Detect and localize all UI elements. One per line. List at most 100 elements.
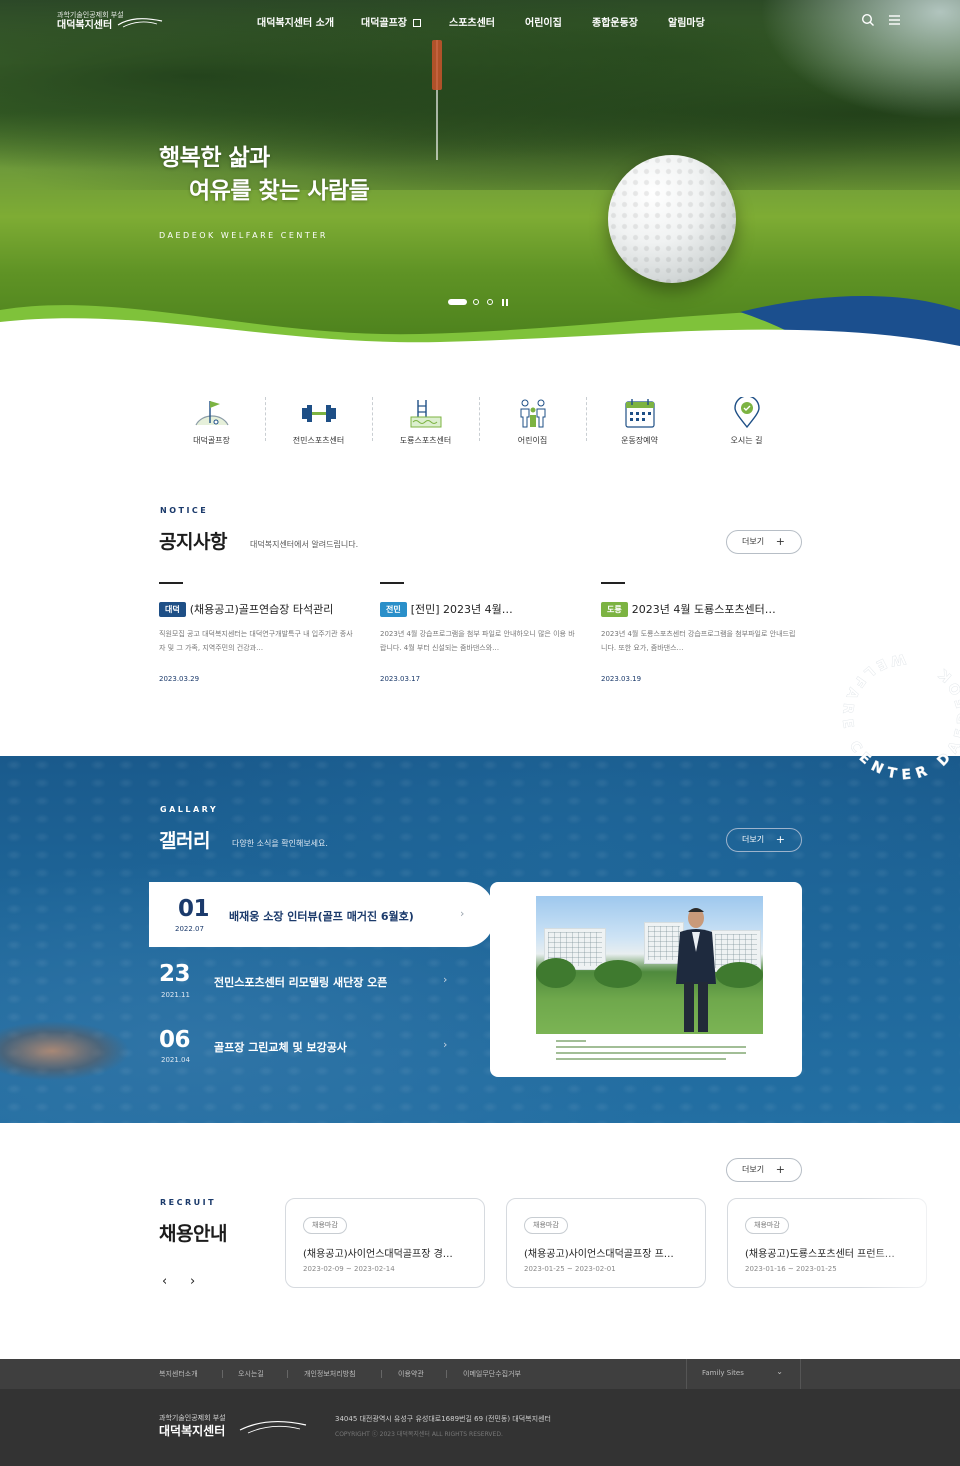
hero-title-line1: 행복한 삶과 [159,145,270,171]
footer-copyright: COPYRIGHT ⓒ 2023 대덕복지센터 ALL RIGHTS RESER… [335,1431,503,1438]
notice-card-title-text: (채용공고)골프연습장 타석관리 [189,603,334,616]
notice-card-title: 도룡 2023년 4월 도룡스포츠센터… [601,601,801,617]
menu-icon[interactable] [888,13,902,27]
hero-banner: 행복한 삶과 여유를 찾는 사람들 DAEDEOK WELFARE CENTER [0,0,960,350]
hero-wave [0,295,960,350]
gallery-item-number: 01 [178,896,210,922]
notice-badge: 도룡 [601,602,628,617]
gallery-item-title: 배재웅 소장 인터뷰(골프 매거진 6월호) [229,910,414,923]
chevron-right-icon: › [443,973,448,986]
text-line [556,1040,586,1042]
notice-badge: 대덕 [159,602,186,617]
gallery-item-number: 06 [159,1027,191,1053]
gallery-item-date: 2021.11 [161,991,190,999]
notice-more-label: 더보기 [742,537,765,546]
nav-item-daycare[interactable]: 어린이집 [525,14,562,29]
notice-card[interactable]: 도룡 2023년 4월 도룡스포츠센터… 2023년 4월 도룡스포츠센터 강습프… [601,582,796,692]
notice-card-title: 대덕 (채용공고)골프연습장 타석관리 [159,601,359,617]
notice-badge: 전민 [380,602,407,617]
nav-item-sports[interactable]: 스포츠센터 [449,14,495,29]
gallery-item-date: 2021.04 [161,1056,190,1064]
text-line [556,1046,746,1048]
recruit-card-period: 2023-01-25 ~ 2023-02-01 [524,1265,616,1273]
tree-shape [716,962,763,988]
recruit-card-period: 2023-02-09 ~ 2023-02-14 [303,1265,395,1273]
notice-card-title-text: [전민] 2023년 4월… [410,603,513,616]
chevron-right-icon[interactable]: › [190,1274,195,1289]
gallery-more-button[interactable]: 더보기 + [726,828,802,852]
divider [381,1370,382,1378]
recruit-more-label: 더보기 [742,1165,765,1174]
notice-card-body: 2023년 4월 강습프로그램을 첨부 파일로 안내하오니 많은 이용 바랍니다… [380,630,575,652]
recruit-more-button[interactable]: 더보기 + [726,1158,802,1182]
notice-card-body: 직원모집 공고 대덕복지센터는 대덕연구개발특구 내 입주기관 종사자 및 그 … [159,630,353,652]
golf-ball-image [608,155,736,283]
footer-link-terms[interactable]: 이용약관 [398,1369,424,1379]
recruit-title: 채용안내 [159,1223,227,1245]
quick-item-doryong[interactable]: 도룡스포츠센터 [372,395,479,455]
notice-more-button[interactable]: 더보기 + [726,530,802,554]
search-icon[interactable] [861,13,875,27]
gallery-more-label: 더보기 [742,835,765,844]
recruit-status-badge: 채용마감 [745,1217,789,1234]
notice-card-title-text: 2023년 4월 도룡스포츠센터… [631,603,776,616]
text-line [556,1052,746,1054]
nav-item-stadium[interactable]: 종합운동장 [592,14,638,29]
ring-text: WELFARE CENTER DAEDEOK [839,650,960,783]
chevron-right-icon: › [460,907,465,920]
quick-item-jeonmin[interactable]: 전민스포츠센터 [265,395,372,455]
gallery-item-number: 23 [159,961,191,987]
chevron-left-icon[interactable]: ‹ [162,1274,167,1289]
quick-item-directions[interactable]: 오시는 길 [693,395,800,455]
notice-card[interactable]: 전민 [전민] 2023년 4월… 2023년 4월 강습프로그램을 첨부 파일로… [380,582,575,692]
tree-shape [536,958,576,988]
family-sites-label: Family Sites [702,1369,744,1377]
plus-icon: + [775,535,785,548]
ring-text-path: WELFARE CENTER DAEDEOK [838,650,960,784]
chevron-right-icon: › [443,1038,448,1051]
quick-item-daycare[interactable]: 어린이집 [479,395,586,455]
notice-card[interactable]: 대덕 (채용공고)골프연습장 타석관리 직원모집 공고 대덕복지센터는 대덕연구개… [159,582,354,692]
footer-link-privacy[interactable]: 개인정보처리방침 [304,1369,356,1379]
gallery-item-date: 2022.07 [175,925,204,933]
hero-flag [432,40,442,90]
recruit-card-title: (채용공고)사이언스대덕골프장 프… [524,1249,674,1260]
footer: 과학기술인공제회 부설 대덕복지센터 34045 대전광역시 유성구 유성대로1… [0,1389,960,1466]
nav-item-notice[interactable]: 알림마당 [668,14,705,29]
tree-shape [594,960,642,988]
notice-desc: 대덕복지센터에서 알려드립니다. [250,540,359,549]
nav-item-golf-label: 대덕골프장 [361,18,407,29]
plus-icon: + [775,833,785,846]
quick-label-doryong: 도룡스포츠센터 [399,436,452,445]
card-bar [601,582,625,584]
nav-item-golf[interactable]: 대덕골프장 [361,14,422,29]
golf-flag-icon [194,401,229,426]
recruit-status-badge: 채용마감 [524,1217,568,1234]
card-bar [159,582,183,584]
footer-link-intro[interactable]: 복지센터소개 [159,1369,198,1379]
recruit-card[interactable]: 채용마감 (채용공고)사이언스대덕골프장 프… 2023-01-25 ~ 202… [506,1198,706,1288]
footer-link-directions[interactable]: 오시는길 [238,1369,264,1379]
recruit-card-title: (채용공고)사이언스대덕골프장 경… [303,1249,453,1260]
divider [446,1370,447,1378]
quick-item-golf[interactable]: 대덕골프장 [158,395,265,455]
footer-link-email[interactable]: 이메일무단수집거부 [463,1369,521,1379]
family-sites-select[interactable]: Family Sites ⌄ [686,1359,801,1389]
gallery-preview-card[interactable] [490,882,802,1077]
gallery-item-title: 골프장 그린교체 및 보강공사 [214,1041,347,1054]
recruit-eyebrow: RECRUIT [160,1198,217,1207]
family-icon [520,399,545,428]
quick-label-directions: 오시는 길 [730,436,763,445]
swimming-pool-icon [410,400,441,428]
card-bar [380,582,404,584]
quick-item-reservation[interactable]: 운동장예약 [586,395,693,455]
gallery-preview-image [536,896,763,1034]
gallery-item-title: 전민스포츠센터 리모델링 새단장 오픈 [214,976,388,989]
footer-logo-swoosh-icon [239,1421,307,1434]
swimmer-image [0,1021,130,1081]
nav-item-intro[interactable]: 대덕복지센터 소개 [257,14,334,29]
recruit-card[interactable]: 채용마감 (채용공고)사이언스대덕골프장 경… 2023-02-09 ~ 202… [285,1198,485,1288]
hero-subtitle: DAEDEOK WELFARE CENTER [159,231,328,240]
notice-eyebrow: NOTICE [160,506,209,515]
notice-card-date: 2023.03.29 [159,675,200,683]
